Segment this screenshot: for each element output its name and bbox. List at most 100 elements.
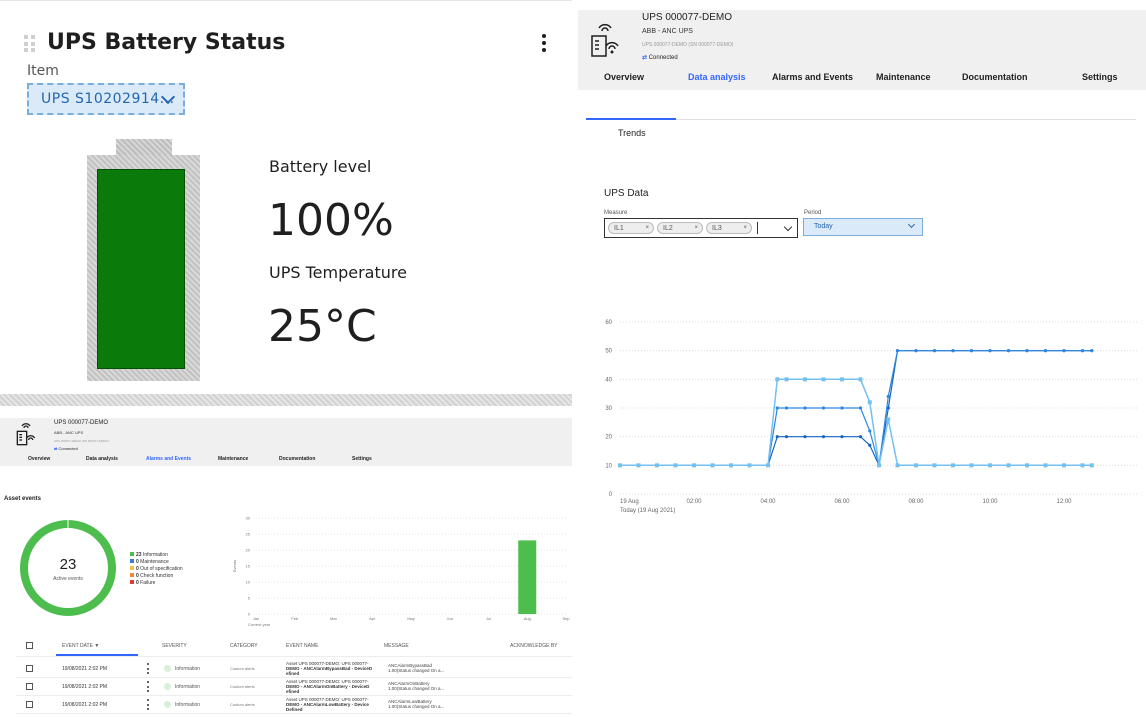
data-point [858,377,863,382]
tab-maintenance[interactable]: Maintenance [876,72,931,82]
connection-status-text: Connected [648,55,678,61]
data-point [868,443,872,447]
y-tick-label: 10 [605,463,612,469]
x-tick-label: Sep [562,616,570,621]
close-icon[interactable]: × [694,223,698,234]
measure-tag[interactable]: IL1 × [608,222,654,234]
close-icon[interactable]: × [645,223,649,234]
tab-settings[interactable]: Settings [1082,72,1118,82]
widget-title: UPS Battery Status [47,30,286,55]
table-row[interactable]: 19/08/2021 2:02 PM Information Custom aler… [0,696,572,714]
asset-name: UPS 000077-DEMO [54,420,109,426]
table-row[interactable]: 19/08/2021 2:02 PM Information Custom aler… [0,660,572,678]
measure-label: Measure [604,210,628,216]
data-point [1006,349,1011,353]
data-point [766,463,770,468]
data-point [1080,463,1085,468]
legend-swatch [130,559,134,563]
data-point [803,406,807,410]
col-category[interactable]: CATEGORY [230,643,258,649]
data-point [868,429,872,433]
x-tick-label: Apr [369,616,376,621]
drag-handle-icon[interactable] [24,35,36,53]
select-all-checkbox[interactable] [26,642,33,649]
row-checkbox[interactable] [26,701,33,708]
event-category: Custom alerts [230,666,255,671]
legend-item: 0 Check function [130,573,183,580]
legend-label: Out of specification [140,566,183,572]
tab-maintenance[interactable]: Maintenance [218,456,248,462]
data-point [692,463,696,468]
table-row[interactable]: 19/08/2021 2:02 PM Information Custom aler… [0,678,572,696]
events-bar-chart: 0 5 10 15 20 25 30 Events Jan Feb Mar Apr May Jun Jul A… [232,516,570,628]
donut-center-value: 23 [59,556,77,573]
trend-line-chart: 0 10 20 30 40 50 60 19 Aug 02:00 04:00 06:00 08:00 1… [605,320,1138,505]
close-icon[interactable]: × [743,223,747,234]
tab-alarms-events[interactable]: Alarms and Events [146,456,191,462]
item-select-value: UPS S10202914... [41,91,175,107]
donut-center-label: Active events [53,576,83,582]
data-point [784,435,789,439]
measure-tag[interactable]: IL3 × [706,222,752,234]
y-tick-label: 30 [246,516,251,521]
data-point [747,463,752,468]
x-tick-label: Mar [330,616,338,621]
legend-label: Failure [140,580,156,586]
event-severity: Information [175,684,201,690]
measure-tag[interactable]: IL2 × [657,222,703,234]
period-label: Period [804,210,822,216]
section-title: UPS Data [604,188,649,199]
data-point [951,349,955,353]
data-point [821,377,826,382]
more-vertical-icon[interactable] [147,699,150,710]
x-tick-label: Feb [291,616,299,621]
data-point [710,463,715,468]
measure-tag-label: IL3 [712,225,722,232]
data-point [886,417,891,422]
more-vertical-icon[interactable] [147,663,150,674]
measure-multiselect[interactable]: IL1 × IL2 × IL3 × [604,218,798,238]
x-tick-label: Jul [486,616,491,621]
battery-level-value: 100% [268,195,394,246]
data-point [895,463,900,468]
legend-label: Information [142,552,168,558]
row-checkbox[interactable] [26,665,33,672]
row-checkbox[interactable] [26,683,33,690]
data-point [775,406,779,410]
tab-documentation[interactable]: Documentation [279,456,315,462]
measure-tag-label: IL1 [614,225,624,232]
more-vertical-icon[interactable] [147,681,150,692]
data-analysis-panel: UPS 000077-DEMO ABB - ANC UPS UPS 000077… [578,0,1146,717]
col-message[interactable]: MESSAGE [384,643,409,649]
col-acknowledge-by[interactable]: ACKNOWLEDGE BY [510,643,558,649]
tab-alarms-events[interactable]: Alarms and Events [772,72,853,82]
x-tick-label: Aug [524,616,531,621]
battery-level-label: Battery level [269,157,372,176]
more-vertical-icon[interactable] [542,34,548,52]
tab-data-analysis[interactable]: Data analysis [86,456,118,462]
y-tick-label: 10 [246,580,251,585]
series-line [620,350,1092,466]
col-event-date[interactable]: EVENT DATE ▼ [62,643,99,649]
tab-settings[interactable]: Settings [352,456,372,462]
data-point [803,435,807,439]
data-point [821,435,826,439]
period-select[interactable]: Today [803,218,923,236]
data-point [886,394,890,399]
data-point [969,349,974,353]
tab-data-analysis[interactable]: Data analysis [688,72,746,82]
event-name-line: Defined [286,707,303,712]
tab-overview[interactable]: Overview [28,456,50,462]
subtab-trends[interactable]: Trends [618,128,646,138]
data-point [951,463,955,468]
col-event-name[interactable]: EVENT NAME [286,643,318,649]
series-line [620,378,1092,467]
data-point [1006,463,1011,468]
tab-overview[interactable]: Overview [604,72,644,82]
event-name-line: efined [286,689,300,694]
event-date: 19/08/2021 2:02 PM [62,666,108,672]
alarms-events-panel: UPS 000077-DEMO ABB - ANC UPS UPS 000077… [0,406,572,717]
item-select[interactable]: UPS S10202914... [27,83,185,115]
col-severity[interactable]: SEVERITY [162,643,187,649]
tab-documentation[interactable]: Documentation [962,72,1028,82]
